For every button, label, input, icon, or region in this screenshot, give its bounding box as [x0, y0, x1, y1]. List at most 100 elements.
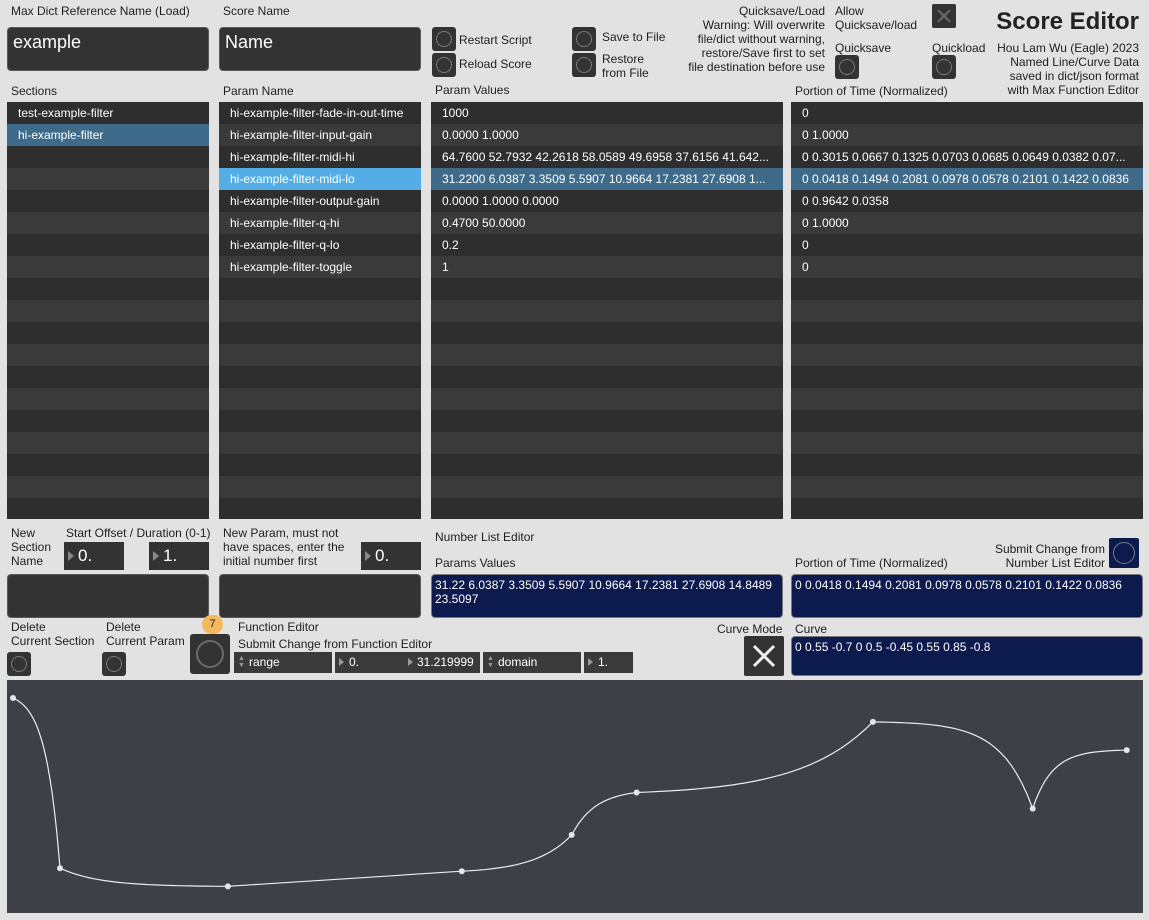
param-name-row[interactable] — [219, 410, 421, 432]
section-row[interactable] — [7, 146, 209, 168]
section-row[interactable] — [7, 388, 209, 410]
param-values-row[interactable] — [431, 366, 783, 388]
function-point[interactable] — [1123, 747, 1130, 754]
section-row[interactable] — [7, 410, 209, 432]
function-point[interactable] — [458, 868, 465, 875]
portion-time-row[interactable]: 0 1.0000 — [791, 124, 1143, 146]
section-row[interactable] — [7, 190, 209, 212]
params-values-editor[interactable]: 31.22 6.0387 3.3509 5.5907 10.9664 17.23… — [431, 574, 783, 618]
section-row[interactable] — [7, 476, 209, 498]
param-name-row[interactable] — [219, 388, 421, 410]
domain-menu[interactable]: ▲ ▼ domain — [483, 652, 581, 673]
section-row[interactable] — [7, 256, 209, 278]
param-values-row[interactable]: 64.7600 52.7932 42.2618 58.0589 49.6958 … — [431, 146, 783, 168]
function-point[interactable] — [869, 718, 876, 725]
section-row[interactable] — [7, 168, 209, 190]
portion-time-row[interactable]: 0 1.0000 — [791, 212, 1143, 234]
delete-param-button[interactable] — [102, 652, 126, 676]
param-values-row[interactable]: 31.2200 6.0387 3.3509 5.5907 10.9664 17.… — [431, 168, 783, 190]
section-row[interactable] — [7, 278, 209, 300]
param-name-row[interactable]: hi-example-filter-midi-hi — [219, 146, 421, 168]
portion-time-row[interactable] — [791, 278, 1143, 300]
param-values-row[interactable] — [431, 278, 783, 300]
param-name-row[interactable]: hi-example-filter-toggle — [219, 256, 421, 278]
param-values-row[interactable] — [431, 454, 783, 476]
param-name-row[interactable]: hi-example-filter-input-gain — [219, 124, 421, 146]
section-row[interactable]: test-example-filter — [7, 102, 209, 124]
section-row[interactable] — [7, 234, 209, 256]
dict-ref-input[interactable]: example — [7, 27, 209, 71]
param-name-row[interactable] — [219, 322, 421, 344]
curve-editor[interactable]: 0 0.55 -0.7 0 0.5 -0.45 0.55 0.85 -0.8 — [791, 636, 1143, 676]
param-name-row[interactable] — [219, 454, 421, 476]
allow-quicksave-toggle[interactable] — [932, 4, 956, 28]
new-section-input[interactable] — [7, 574, 209, 618]
param-values-row[interactable]: 1000 — [431, 102, 783, 124]
section-row[interactable] — [7, 212, 209, 234]
param-values-row[interactable]: 1 — [431, 256, 783, 278]
param-name-row[interactable] — [219, 498, 421, 520]
param-values-row[interactable]: 0.0000 1.0000 0.0000 — [431, 190, 783, 212]
function-point[interactable] — [57, 865, 63, 872]
portion-time-row[interactable] — [791, 388, 1143, 410]
param-name-row[interactable] — [219, 278, 421, 300]
param-values-row[interactable] — [431, 476, 783, 498]
range-menu[interactable]: ▲ ▼ range — [234, 652, 332, 673]
portion-time-row[interactable]: 0 0.9642 0.0358 — [791, 190, 1143, 212]
delete-section-button[interactable] — [7, 652, 31, 676]
range-number[interactable]: 0. 31.219999 — [335, 652, 480, 673]
restart-script-button[interactable] — [432, 27, 456, 51]
param-values-row[interactable] — [431, 322, 783, 344]
param-values-row[interactable]: 0.4700 50.0000 — [431, 212, 783, 234]
param-values-row[interactable]: 0.2 — [431, 234, 783, 256]
restore-from-file-button[interactable] — [572, 53, 596, 77]
param-name-row[interactable] — [219, 344, 421, 366]
quickload-button[interactable] — [932, 55, 956, 79]
new-param-input[interactable] — [219, 574, 421, 618]
new-param-initial-number[interactable]: 0. — [361, 542, 421, 570]
function-point[interactable] — [10, 695, 16, 701]
portion-time-row[interactable]: 0 0.0418 0.1494 0.2081 0.0978 0.0578 0.2… — [791, 168, 1143, 190]
function-point[interactable] — [224, 883, 231, 890]
portion-time-row[interactable]: 0 — [791, 256, 1143, 278]
portion-time-row[interactable] — [791, 300, 1143, 322]
function-editor-canvas[interactable] — [7, 680, 1143, 913]
param-values-list[interactable]: 1000 0.0000 1.0000 64.7600 52.7932 42.2618… — [431, 102, 783, 519]
param-name-list[interactable]: hi-example-filter-fade-in-out-time hi-exa… — [219, 102, 421, 519]
param-name-row[interactable]: hi-example-filter-midi-lo — [219, 168, 421, 190]
param-values-row[interactable] — [431, 498, 783, 520]
param-name-row[interactable] — [219, 300, 421, 322]
portion-time-row[interactable]: 0 — [791, 102, 1143, 124]
portion-time-row[interactable] — [791, 498, 1143, 520]
param-name-row[interactable]: hi-example-filter-q-hi — [219, 212, 421, 234]
param-name-row[interactable] — [219, 476, 421, 498]
portion-time-row[interactable] — [791, 366, 1143, 388]
curve-mode-toggle[interactable] — [744, 636, 784, 676]
param-values-row[interactable] — [431, 432, 783, 454]
save-to-file-button[interactable] — [572, 27, 596, 51]
sections-list[interactable]: test-example-filter hi-example-filter — [7, 102, 209, 519]
portion-time-row[interactable] — [791, 454, 1143, 476]
section-row[interactable]: hi-example-filter — [7, 124, 209, 146]
section-row[interactable] — [7, 300, 209, 322]
param-values-row[interactable] — [431, 410, 783, 432]
section-row[interactable] — [7, 322, 209, 344]
portion-time-row[interactable]: 0 0.3015 0.0667 0.1325 0.0703 0.0685 0.0… — [791, 146, 1143, 168]
score-name-input[interactable]: Name — [219, 27, 421, 71]
portion-time-list[interactable]: 00 1.0000 0 0.3015 0.0667 0.1325 0.0703 0… — [791, 102, 1143, 519]
portion-time-editor[interactable]: 0 0.0418 0.1494 0.2081 0.0978 0.0578 0.2… — [791, 574, 1143, 618]
function-point[interactable] — [568, 831, 575, 838]
param-name-row[interactable] — [219, 366, 421, 388]
portion-time-row[interactable] — [791, 322, 1143, 344]
duration-number[interactable]: 1. — [149, 542, 209, 570]
param-name-row[interactable]: hi-example-filter-output-gain — [219, 190, 421, 212]
param-values-row[interactable]: 0.0000 1.0000 — [431, 124, 783, 146]
function-curve-graph[interactable] — [7, 680, 1143, 913]
param-values-row[interactable] — [431, 388, 783, 410]
function-point[interactable] — [633, 789, 640, 796]
section-row[interactable] — [7, 344, 209, 366]
portion-time-row[interactable] — [791, 410, 1143, 432]
param-name-row[interactable] — [219, 432, 421, 454]
section-row[interactable] — [7, 432, 209, 454]
portion-time-row[interactable] — [791, 432, 1143, 454]
